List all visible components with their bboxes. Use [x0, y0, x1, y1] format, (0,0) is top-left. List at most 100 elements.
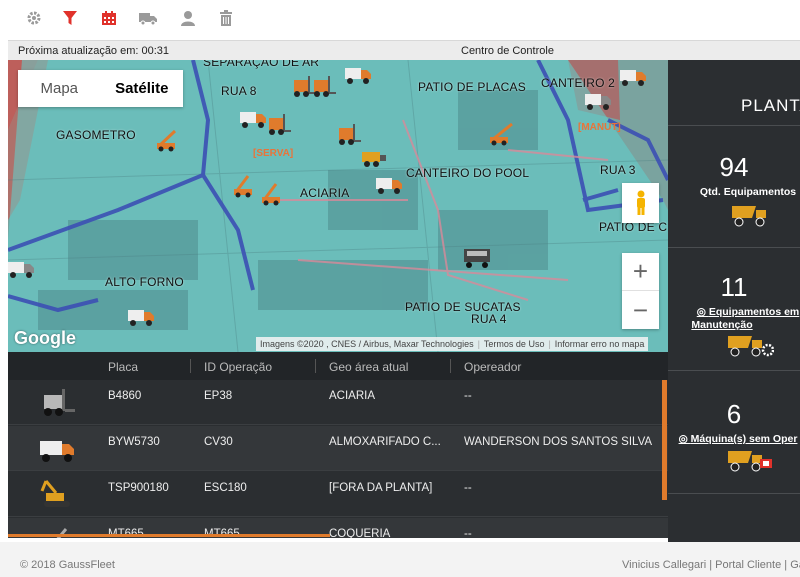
- no-operator-label-line: ◎ Máquina(s) sem Oper: [672, 433, 800, 445]
- lift-marker-icon[interactable]: [153, 128, 183, 152]
- truck-marker-icon[interactable]: [618, 64, 648, 88]
- excavator-icon: [40, 480, 70, 507]
- gear-icon[interactable]: [24, 8, 44, 28]
- equipment-count-card[interactable]: 94 Qtd. Equipamentos: [668, 125, 800, 247]
- truck-icon: [40, 441, 74, 462]
- lift-marker-icon[interactable]: [258, 182, 288, 206]
- map-attribution: Imagens ©2020 , CNES / Airbus, Maxar Tec…: [256, 337, 649, 351]
- street-view-pegman-icon[interactable]: [622, 183, 659, 223]
- plate-cell: TSP900180: [108, 482, 169, 494]
- plate-cell: B4860: [108, 390, 142, 402]
- footer-links: Vinicius Callegari | Portal Cliente | Ga: [622, 559, 800, 571]
- svg-text:[MANUT]: [MANUT]: [578, 122, 621, 133]
- equipment-count-value: 94: [719, 152, 749, 182]
- maintenance-label-line1: ◎ Equipamentos em: [682, 306, 800, 318]
- no-operator-card[interactable]: 6 ◎ Máquina(s) sem Oper: [668, 370, 800, 493]
- column-header[interactable]: ID Operação: [204, 360, 272, 374]
- copyright-text: © 2018 GaussFleet: [20, 559, 115, 571]
- satellite-map[interactable]: [SERVA] [MANUT] SEPARAÇÃO DE AR RUA 8 PA…: [8, 60, 668, 352]
- forklift-icon: [44, 389, 75, 416]
- truck-marker-icon[interactable]: [126, 304, 156, 328]
- lift-marker-icon[interactable]: [230, 174, 260, 198]
- truck-marker-icon[interactable]: [8, 256, 38, 280]
- summary-panel: PLANTA 94 Qtd. Equipamentos 11 ◎ Equipam…: [668, 60, 800, 542]
- user-link[interactable]: Vinicius Callegari: [622, 559, 706, 571]
- geo-area-cell: [FORA DA PLANTA]: [329, 482, 433, 494]
- operation-id-cell: ESC180: [204, 482, 247, 494]
- top-toolbar: [0, 0, 800, 36]
- forklift-marker-icon[interactable]: [263, 112, 293, 136]
- eye-off-icon: ◎: [678, 433, 691, 445]
- truck-marker-icon[interactable]: [343, 62, 373, 86]
- map-label: RUA 4: [471, 312, 507, 326]
- horizontal-scrollbar[interactable]: [8, 534, 330, 537]
- map-type-control: Mapa Satélite: [18, 70, 183, 107]
- truck-marker-icon[interactable]: [374, 172, 404, 196]
- map-label: ALTO FORNO: [105, 275, 184, 289]
- next-update-text: Próxima atualização em: 00:31: [18, 45, 170, 57]
- footer: © 2018 GaussFleet Vinicius Callegari | P…: [0, 542, 800, 577]
- eye-off-icon: ◎: [696, 306, 709, 318]
- table-row[interactable]: TSP900180 ESC180 [FORA DA PLANTA] --: [8, 472, 668, 517]
- operation-id-cell: CV30: [204, 436, 233, 448]
- truck-icon[interactable]: [138, 8, 158, 28]
- portal-cliente-link[interactable]: Portal Cliente: [715, 559, 781, 571]
- map-label: CANTEIRO DO POOL: [406, 166, 530, 180]
- truck-maintenance-icon: [728, 336, 774, 357]
- no-operator-label: Máquina(s) sem Oper: [690, 433, 798, 445]
- lift-marker-icon[interactable]: [486, 122, 516, 146]
- status-header: Próxima atualização em: 00:31 Centro de …: [8, 40, 800, 60]
- map-label: RUA 3: [600, 163, 636, 177]
- trash-icon[interactable]: [216, 8, 236, 28]
- zoom-out-button[interactable]: −: [622, 291, 659, 329]
- map-label: GASOMETRO: [56, 128, 136, 142]
- column-header[interactable]: Placa: [108, 360, 138, 374]
- no-operator-count-value: 6: [726, 399, 742, 429]
- truck-marker-icon[interactable]: [583, 88, 613, 112]
- table-header: Placa ID Operação Geo área atual Operead…: [8, 352, 668, 380]
- user-icon[interactable]: [178, 8, 198, 28]
- zoom-in-button[interactable]: +: [622, 253, 659, 291]
- forklift-marker-icon[interactable]: [308, 74, 338, 98]
- operator-cell: WANDERSON DOS SANTOS SILVA: [464, 436, 653, 448]
- table-row[interactable]: B4860 EP38 ACIARIA --: [8, 380, 668, 425]
- map-type-satellite-button[interactable]: Satélite: [101, 70, 184, 107]
- operator-cell: --: [464, 482, 472, 494]
- maintenance-count-value: 11: [720, 272, 748, 302]
- map-label: RUA 8: [221, 84, 257, 98]
- map-type-map-button[interactable]: Mapa: [18, 70, 101, 107]
- filter-icon[interactable]: [60, 8, 80, 28]
- column-header[interactable]: Opereador: [464, 360, 521, 374]
- page-title: Centro de Controle: [461, 45, 554, 57]
- operator-cell: --: [464, 528, 472, 538]
- table-row[interactable]: BYW5730 CV30 ALMOXARIFADO C... WANDERSON…: [8, 426, 668, 471]
- maintenance-label: Equipamentos em: [708, 306, 800, 318]
- google-logo: Google: [14, 328, 76, 348]
- forklift-marker-icon[interactable]: [333, 122, 363, 146]
- zoom-control: + −: [622, 253, 659, 329]
- loader-marker-icon[interactable]: [358, 144, 388, 168]
- calendar-icon[interactable]: [99, 8, 119, 28]
- geo-area-cell: ACIARIA: [329, 390, 376, 402]
- footer-extra-link[interactable]: Ga: [790, 559, 800, 571]
- operation-id-cell: EP38: [204, 390, 233, 402]
- truck-marker-icon[interactable]: [462, 246, 492, 270]
- vertical-scrollbar[interactable]: [662, 380, 667, 500]
- column-header[interactable]: Geo área atual: [329, 360, 408, 374]
- equipment-count-label: Qtd. Equipamentos: [699, 186, 797, 198]
- operator-cell: --: [464, 390, 472, 402]
- svg-text:[SERVA]: [SERVA]: [253, 148, 293, 159]
- maintenance-label-line2: Manutenção: [691, 319, 753, 331]
- plate-cell: BYW5730: [108, 436, 160, 448]
- map-label: SEPARAÇÃO DE AR: [203, 60, 320, 69]
- dump-truck-icon: [732, 206, 766, 227]
- report-error-link[interactable]: Informar erro no mapa: [551, 339, 649, 349]
- terms-link[interactable]: Termos de Uso: [480, 339, 549, 349]
- maintenance-card[interactable]: 11 ◎ Equipamentos em Manutenção: [668, 247, 800, 370]
- geo-area-cell: ALMOXARIFADO C...: [329, 436, 441, 448]
- panel-title: PLANTA: [741, 96, 800, 115]
- imagery-attribution: Imagens ©2020 , CNES / Airbus, Maxar Tec…: [260, 339, 474, 349]
- geo-area-cell: COQUERIA: [329, 528, 391, 538]
- truck-no-operator-icon: [728, 451, 772, 472]
- map-label: ACIARIA: [300, 186, 350, 200]
